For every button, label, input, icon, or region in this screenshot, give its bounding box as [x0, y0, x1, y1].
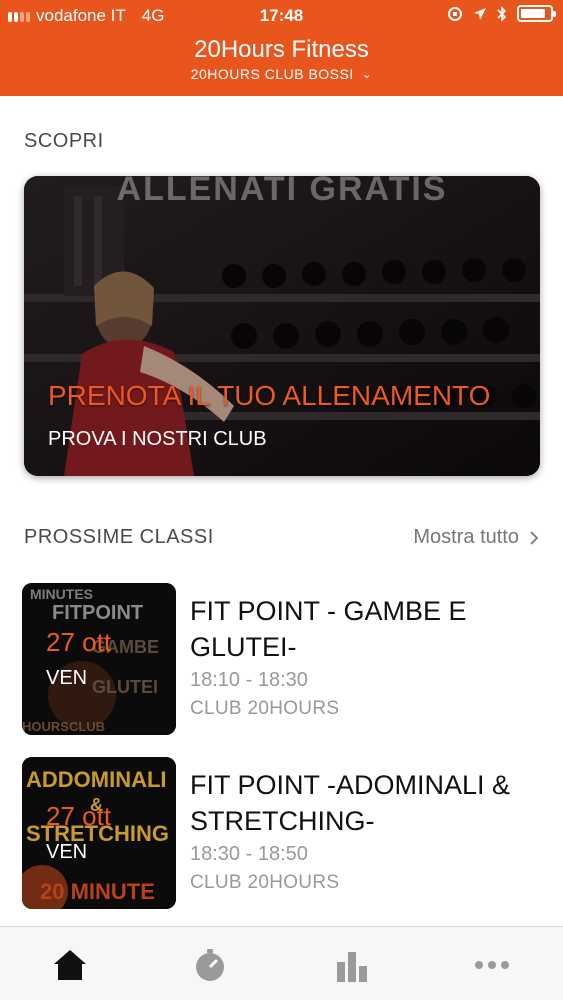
promo-subtitle: PROVA I NOSTRI CLUB — [48, 428, 267, 450]
class-club: CLUB 20HOURS — [190, 872, 340, 893]
app-header: vodafone IT 4G 17:48 20Hours Fitness 20H… — [0, 0, 563, 96]
class-info: FIT POINT -ADOMINALI & STRETCHING- 18:30… — [190, 767, 552, 894]
poster-text: MINUTES — [30, 586, 93, 602]
class-name: FIT POINT - GAMBE E GLUTEI- — [190, 596, 467, 662]
club-selector[interactable]: 20HOURS CLUB BOSSI ⌄ — [0, 66, 563, 82]
class-poster-image: MINUTES FITPOINT GAMBE GLUTEI HOURSCLUB — [22, 583, 176, 735]
status-bar: vodafone IT 4G 17:48 — [0, 0, 563, 32]
poster-text: ADDOMINALI — [26, 767, 167, 792]
class-time: 18:30 - 18:50 — [190, 843, 308, 865]
class-poster-image: ADDOMINALI & STRETCHING 20 MINUTE — [22, 757, 176, 909]
bar-chart-icon — [337, 952, 367, 982]
chevron-right-icon — [530, 530, 539, 545]
promo-card[interactable]: ALLENATI GRATIS PRENOTA IL TUO ALLENAMEN… — [24, 176, 540, 476]
class-club: CLUB 20HOURS — [190, 698, 340, 719]
class-info: FIT POINT - GAMBE E GLUTEI- 18:10 - 18:3… — [190, 593, 552, 720]
show-all-label: Mostra tutto — [413, 526, 519, 548]
class-thumbnail: MINUTES FITPOINT GAMBE GLUTEI HOURSCLUB … — [22, 583, 176, 735]
battery-icon — [517, 5, 556, 22]
class-row[interactable]: MINUTES FITPOINT GAMBE GLUTEI HOURSCLUB … — [22, 583, 552, 735]
class-date: 27 ott — [46, 627, 112, 657]
status-right — [447, 5, 556, 22]
tab-bar — [0, 926, 563, 1000]
tab-more[interactable] — [472, 945, 512, 985]
tab-home[interactable] — [50, 945, 90, 985]
upcoming-section-title: PROSSIME CLASSI — [24, 526, 214, 548]
class-time: 18:10 - 18:30 — [190, 669, 308, 691]
tab-activity[interactable] — [190, 945, 230, 985]
class-day: VEN — [46, 841, 88, 863]
class-row[interactable]: ADDOMINALI & STRETCHING 20 MINUTE 27 ott… — [22, 757, 552, 909]
class-thumbnail: ADDOMINALI & STRETCHING 20 MINUTE 27 ott… — [22, 757, 176, 909]
promo-watermark: ALLENATI GRATIS — [116, 176, 448, 208]
location-icon — [474, 7, 486, 20]
club-selector-label: 20HOURS CLUB BOSSI — [190, 66, 354, 82]
promo-title: PRENOTA IL TUO ALLENAMENTO — [48, 380, 491, 411]
bluetooth-icon — [497, 5, 507, 22]
tab-stats[interactable] — [332, 945, 372, 985]
stopwatch-icon — [196, 949, 224, 981]
class-date: 27 ott — [46, 801, 112, 831]
home-icon — [54, 950, 86, 980]
class-day: VEN — [46, 667, 88, 689]
app-title: 20Hours Fitness — [194, 36, 369, 63]
poster-text: GLUTEI — [92, 677, 158, 697]
poster-text: FITPOINT — [52, 602, 143, 624]
poster-text: 20 MINUTE — [40, 879, 155, 904]
orientation-lock-icon — [448, 6, 462, 21]
discover-section-title: SCOPRI — [24, 130, 104, 152]
more-dots-icon — [475, 961, 509, 969]
chevron-down-icon: ⌄ — [361, 67, 373, 81]
show-all-link[interactable]: Mostra tutto — [413, 526, 539, 549]
class-name: FIT POINT -ADOMINALI & STRETCHING- — [190, 770, 511, 836]
poster-text: HOURSCLUB — [22, 719, 105, 734]
